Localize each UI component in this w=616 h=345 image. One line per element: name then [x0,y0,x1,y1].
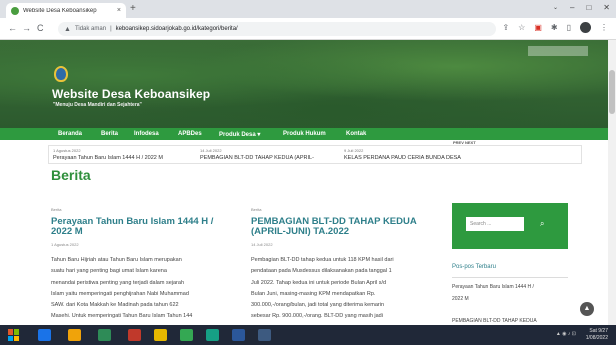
favicon-icon [11,6,19,15]
puzzle-icon[interactable]: ✱ [551,23,558,33]
browser-tools: ⇪ ☆ ▣ ✱ ▯ ⋮ [502,22,608,33]
ticker-item[interactable]: 14 Juli 2022 PEMBAGIAN BLT-DD TAHAP KEDU… [200,148,314,161]
folder-taskbar-icon[interactable] [154,329,167,341]
share-icon[interactable]: ⇪ [502,23,509,33]
tab-search-button[interactable]: ⌄ [553,4,558,12]
menu-item-kontak[interactable]: Kontak [346,131,366,137]
scroll-to-top-button[interactable]: ▲ [580,302,594,316]
news-ticker: PREV NEXT 1 Agustus 2022 Perayaan Tahun … [0,140,608,164]
post-title[interactable]: Perayaan Tahun Baru Islam 1444 H / 2022 … [51,217,231,237]
warning-icon: ▲ [64,25,71,33]
star-icon[interactable]: ☆ [518,23,525,33]
url-separator: | [110,26,112,32]
menu-item-produk-hukum[interactable]: Produk Hukum [283,131,326,137]
app-taskbar-icon[interactable] [98,329,111,341]
clock-date: 1/08/2022 [585,335,608,341]
extension-icon[interactable]: ▣ [534,23,542,33]
app-taskbar-icon[interactable] [206,329,219,341]
browser-tab-bar: Website Desa Keboansikep × + ⌄ – □ ✕ [0,0,616,18]
site-tagline: "Menuju Desa Mandiri dan Sejahtera" [53,102,142,108]
ticker-title: Perayaan Tahun Baru Islam 1444 H / 2022 … [53,155,163,161]
windows-start-icon[interactable] [8,329,20,341]
address-bar[interactable]: ▲ Tidak aman | keboansikep.sidoarjokab.g… [58,22,496,36]
divider [452,277,568,278]
menu-kebab-icon[interactable]: ⋮ [600,23,608,33]
post-excerpt: Pembagian BLT-DD tahap kedua untuk 118 K… [251,257,394,320]
recent-post-link[interactable]: Perayaan Tahun Baru Islam 1444 H / [452,284,568,291]
ticker-item[interactable]: 9 Juli 2022 KELAS PERDANA PAUD CERIA BUN… [344,148,461,161]
post-card: Berita PEMBAGIAN BLT-DD TAHAP KEDUA (APR… [251,207,431,323]
post-excerpt: Tahun Baru Hijriah atau Tahun Baru Islam… [51,257,193,320]
site-title[interactable]: Website Desa Keboansikep [52,87,210,101]
recent-posts-title: Pos-pos Terbaru [452,264,496,270]
new-tab-button[interactable]: + [130,3,136,15]
menu-item-infodesa[interactable]: Infodesa [134,131,159,137]
back-button[interactable]: ← [8,23,17,33]
app-taskbar-icon[interactable] [258,329,271,341]
close-window-button[interactable]: ✕ [603,3,610,12]
tab-title: Website Desa Keboansikep [23,7,97,14]
window-controls: ⌄ – □ ✕ [553,3,610,12]
sidebar-search-widget: Search ... ⌕ [452,203,568,249]
village-logo-icon [54,66,68,82]
recent-post-link[interactable]: 2022 M [452,296,568,303]
word-taskbar-icon[interactable] [232,329,245,341]
clock-time: Sat 9/27 [589,328,608,334]
browser-taskbar-icon[interactable] [38,329,51,341]
post-category[interactable]: Berita [251,207,431,212]
sidebar-search-input[interactable]: Search ... [466,217,524,231]
browser-tab[interactable]: Website Desa Keboansikep × [6,3,126,18]
menu-item-produk-desa[interactable]: Produk Desa ▾ [219,131,260,138]
ticker-box: 1 Agustus 2022 Perayaan Tahun Baru Islam… [48,145,582,164]
sidepanel-icon[interactable]: ▯ [567,23,571,33]
web-page: Website Desa Keboansikep "Menuju Desa Ma… [0,40,608,325]
post-date: 14 Juli 2022 [251,242,273,247]
ticker-title: PEMBAGIAN BLT-DD TAHAP KEDUA (APRIL- [200,155,314,161]
post-title[interactable]: PEMBAGIAN BLT-DD TAHAP KEDUA (APRIL-JUNI… [251,217,431,237]
ticker-title: KELAS PERDANA PAUD CERIA BUNDA DESA [344,155,461,161]
media-taskbar-icon[interactable] [128,329,141,341]
security-label: Tidak aman [74,26,107,32]
section-title: Berita [51,167,91,183]
url-text: keboansikep.sidoarjokab.go.id/kategori/b… [115,26,238,32]
taskbar: ▲ ◉ ♪ ⊡ Sat 9/27 1/08/2022 [0,325,616,345]
ticker-date: 9 Juli 2022 [344,148,364,153]
ticker-item[interactable]: 1 Agustus 2022 Perayaan Tahun Baru Islam… [53,148,163,161]
header-search-input[interactable] [528,46,588,56]
scrollbar-thumb[interactable] [609,70,615,114]
maximize-button[interactable]: □ [586,3,591,12]
post-card: Berita Perayaan Tahun Baru Islam 1444 H … [51,207,231,323]
clock[interactable]: Sat 9/27 1/08/2022 [586,328,608,342]
ticker-date: 14 Juli 2022 [200,148,222,153]
post-category[interactable]: Berita [51,207,231,212]
reload-button[interactable]: C [37,23,44,33]
chrome-taskbar-icon[interactable] [180,329,193,341]
ticker-date: 1 Agustus 2022 [53,148,81,153]
menu-item-beranda[interactable]: Beranda [58,131,82,137]
forward-button[interactable]: → [22,23,31,33]
site-header: Website Desa Keboansikep "Menuju Desa Ma… [0,40,608,128]
tab-close-button[interactable]: × [117,7,121,14]
firefox-taskbar-icon[interactable] [68,329,81,341]
post-date: 1 Agustus 2022 [51,242,79,247]
recent-post-link[interactable]: PEMBAGIAN BLT-DD TAHAP KEDUA [452,318,568,325]
menu-item-apbdes[interactable]: APBDes [178,131,202,137]
minimize-button[interactable]: – [570,3,574,12]
menu-item-berita[interactable]: Berita [101,131,118,137]
main-menu: Beranda Berita Infodesa APBDes Produk De… [0,128,608,140]
browser-toolbar: ← → C ▲ Tidak aman | keboansikep.sidoarj… [0,18,616,40]
profile-avatar[interactable] [580,22,591,33]
system-tray-icons[interactable]: ▲ ◉ ♪ ⊡ [556,331,576,337]
search-icon[interactable]: ⌕ [540,219,544,229]
